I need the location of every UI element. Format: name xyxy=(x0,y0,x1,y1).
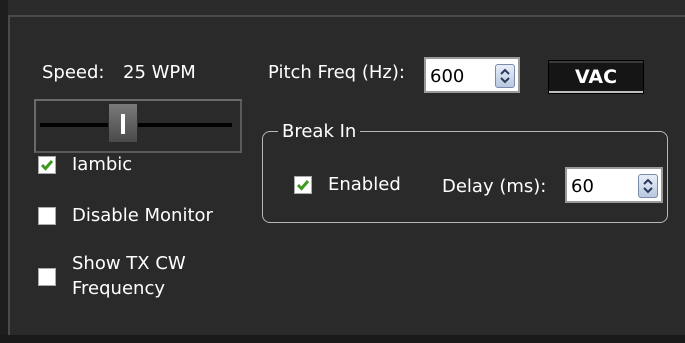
window-top-bar xyxy=(0,0,685,15)
spinner-updown-icon[interactable] xyxy=(638,174,658,198)
speed-value: 25 WPM xyxy=(123,62,196,83)
iambic-checkbox[interactable] xyxy=(38,156,56,174)
show-tx-cw-label-line2: Frequency xyxy=(72,278,165,299)
window-bottom-edge xyxy=(0,335,685,343)
pitch-freq-label: Pitch Freq (Hz): xyxy=(268,62,405,83)
iambic-label: Iambic xyxy=(72,154,133,175)
break-in-delay-spinner[interactable]: 60 xyxy=(565,167,663,203)
pitch-freq-value[interactable]: 600 xyxy=(430,66,464,87)
break-in-enabled-checkbox[interactable] xyxy=(294,176,312,194)
speed-label: Speed: xyxy=(42,62,105,83)
checkmark-icon xyxy=(40,160,54,171)
show-tx-cw-frequency-checkbox[interactable] xyxy=(38,268,56,286)
show-tx-cw-label-line1: Show TX CW xyxy=(72,253,186,274)
break-in-delay-label: Delay (ms): xyxy=(442,176,547,197)
vac-button[interactable]: VAC xyxy=(548,60,644,94)
disable-monitor-label: Disable Monitor xyxy=(72,205,213,226)
pitch-freq-spinner[interactable]: 600 xyxy=(424,57,520,93)
break-in-title: Break In xyxy=(278,121,361,142)
checkmark-icon xyxy=(296,180,310,191)
speed-slider-thumb[interactable] xyxy=(108,103,138,143)
window-left-edge xyxy=(0,0,8,343)
disable-monitor-checkbox[interactable] xyxy=(38,207,56,225)
break-in-enabled-label: Enabled xyxy=(328,174,401,195)
speed-slider[interactable] xyxy=(34,99,242,153)
break-in-delay-value[interactable]: 60 xyxy=(571,176,594,197)
slider-grip-icon xyxy=(121,114,125,134)
spinner-updown-icon[interactable] xyxy=(495,64,515,88)
